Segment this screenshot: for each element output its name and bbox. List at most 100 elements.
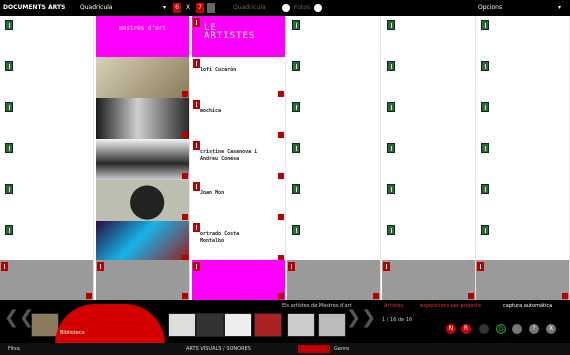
grid-footer-cell[interactable] (287, 260, 381, 300)
grid-footer-cell[interactable] (192, 260, 286, 300)
app-title: DOCUMENTS ARTS (3, 4, 66, 11)
view-select-arrow[interactable]: ▾ (163, 4, 166, 11)
green-info-icon[interactable] (387, 143, 395, 153)
chevron-left-icon[interactable]: ❮❮ (4, 307, 34, 328)
grid-footer-cell[interactable] (0, 260, 94, 300)
corner-icon[interactable] (562, 293, 568, 299)
filmstrip-thumb[interactable] (168, 313, 196, 337)
close-button[interactable]: X (546, 324, 556, 334)
corner-icon[interactable] (468, 293, 474, 299)
corner-icon[interactable] (182, 132, 188, 138)
corner-icon[interactable] (278, 214, 284, 220)
option-fotos-toggle[interactable] (314, 4, 322, 12)
green-info-icon[interactable] (481, 61, 489, 71)
filmstrip-thumb[interactable] (318, 313, 346, 337)
corner-icon[interactable] (182, 214, 188, 220)
green-info-icon[interactable] (292, 225, 300, 235)
green-info-icon[interactable] (481, 184, 489, 194)
help-button[interactable]: ? (529, 324, 539, 334)
artist-thumbnail[interactable] (96, 221, 190, 262)
filmstrip-thumb[interactable] (287, 313, 315, 337)
green-info-icon[interactable] (5, 184, 13, 194)
green-info-icon[interactable] (292, 143, 300, 153)
info-icon[interactable] (193, 100, 200, 109)
stop-button[interactable] (479, 324, 489, 334)
artist-thumbnail[interactable] (96, 180, 190, 221)
artist-thumbnail[interactable] (96, 139, 190, 180)
info-icon[interactable] (383, 262, 390, 271)
corner-icon[interactable] (278, 132, 284, 138)
green-info-icon[interactable] (481, 102, 489, 112)
green-info-icon[interactable] (387, 20, 395, 30)
info-icon[interactable] (1, 262, 8, 271)
green-info-icon[interactable] (5, 61, 13, 71)
green-info-icon[interactable] (481, 225, 489, 235)
green-info-icon[interactable] (387, 61, 395, 71)
corner-icon[interactable] (86, 293, 92, 299)
options-menu-arrow[interactable]: ▾ (558, 4, 561, 11)
chevron-right-icon[interactable]: ❯❯ (346, 307, 376, 328)
green-info-icon[interactable] (5, 20, 13, 30)
green-info-icon[interactable] (292, 20, 300, 30)
info-icon[interactable] (193, 18, 200, 27)
options-menu[interactable]: Opcions (478, 4, 502, 11)
grid-footer-cell[interactable] (382, 260, 476, 300)
fitxa-label[interactable]: Fitxa (8, 346, 20, 352)
corner-icon[interactable] (278, 91, 284, 97)
option-quadricula-toggle[interactable] (282, 4, 290, 12)
corner-icon[interactable] (182, 293, 188, 299)
play-button[interactable]: D (496, 324, 506, 334)
artist-name[interactable]: cristine Casanova i Andreu Conésa (200, 149, 257, 163)
filmstrip-thumb[interactable] (224, 313, 252, 337)
info-icon[interactable] (193, 223, 200, 232)
artist-thumbnail[interactable] (96, 57, 190, 98)
corner-icon[interactable] (278, 293, 284, 299)
grid-cols-field[interactable]: 6 (173, 3, 181, 13)
grid-cell (287, 16, 381, 57)
corner-icon[interactable] (182, 173, 188, 179)
info-icon[interactable] (193, 141, 200, 150)
corner-icon[interactable] (373, 293, 379, 299)
category-select[interactable]: ARTS VISUALS / SONORES (186, 346, 251, 352)
grid-rows-field[interactable]: 7 (196, 3, 204, 13)
artist-name[interactable]: ortrado Costa Montalbo (200, 231, 239, 245)
green-info-icon[interactable] (481, 143, 489, 153)
filmstrip-thumb[interactable] (254, 313, 282, 337)
info-icon[interactable] (193, 262, 200, 271)
link-exposicions[interactable]: exposicions per projecte (420, 303, 481, 309)
green-info-icon[interactable] (5, 143, 13, 153)
info-icon[interactable] (477, 262, 484, 271)
info-icon[interactable] (193, 59, 200, 68)
green-info-icon[interactable] (292, 102, 300, 112)
filmstrip-thumb[interactable] (196, 313, 224, 337)
green-info-icon[interactable] (481, 20, 489, 30)
artist-name[interactable]: mochica (200, 108, 221, 115)
view-select[interactable]: Quadricula (80, 4, 113, 11)
green-info-icon[interactable] (387, 102, 395, 112)
artist-thumbnail[interactable] (96, 98, 190, 139)
record-button[interactable]: R (461, 324, 471, 334)
new-button[interactable]: N (446, 324, 456, 334)
artist-name[interactable]: Joan Mon (200, 190, 224, 197)
artist-name[interactable]: lofi Cucarón (200, 67, 236, 74)
link-artistes[interactable]: Artistes (384, 303, 403, 309)
link-captura[interactable]: captura automàtica (503, 303, 552, 309)
settings-button[interactable] (512, 324, 522, 334)
green-info-icon[interactable] (292, 184, 300, 194)
grid-footer-cell[interactable] (96, 260, 190, 300)
genre-label[interactable]: Genre (334, 346, 349, 352)
info-icon[interactable] (193, 182, 200, 191)
corner-icon[interactable] (182, 91, 188, 97)
green-info-icon[interactable] (387, 184, 395, 194)
green-info-icon[interactable] (5, 102, 13, 112)
grid-apply-button[interactable] (207, 3, 215, 13)
info-icon[interactable] (288, 262, 295, 271)
corner-icon[interactable] (278, 173, 284, 179)
green-info-icon[interactable] (387, 225, 395, 235)
grid-cell (476, 57, 570, 98)
filmstrip-thumb[interactable] (31, 313, 59, 337)
green-info-icon[interactable] (5, 225, 13, 235)
info-icon[interactable] (97, 262, 104, 271)
grid-footer-cell[interactable] (476, 260, 570, 300)
green-info-icon[interactable] (292, 61, 300, 71)
